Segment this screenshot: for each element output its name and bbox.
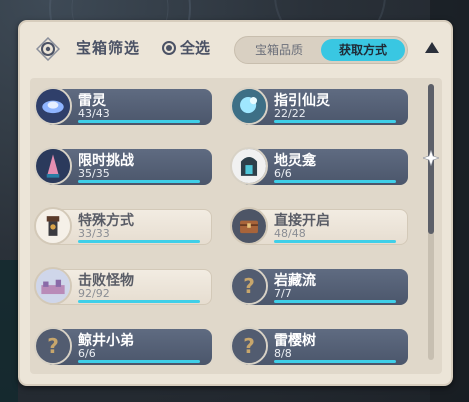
item-count: 43/43 bbox=[78, 107, 110, 120]
guiding-seelie-icon bbox=[230, 87, 268, 125]
question-mark-icon: ? bbox=[34, 327, 72, 365]
progress-fill bbox=[78, 120, 200, 123]
item-count: 92/92 bbox=[78, 287, 110, 300]
progress-fill bbox=[274, 240, 396, 243]
item-count: 6/6 bbox=[78, 347, 96, 360]
question-mark-icon: ? bbox=[230, 267, 268, 305]
progress-bar bbox=[274, 360, 396, 363]
special-method-icon bbox=[34, 207, 72, 245]
item-count: 48/48 bbox=[274, 227, 306, 240]
list-item[interactable]: 击败怪物 92/92 bbox=[34, 264, 216, 310]
panel-header: 宝箱筛选 全选 宝箱品质 获取方式 bbox=[20, 22, 451, 78]
progress-fill bbox=[78, 180, 200, 183]
item-count: 6/6 bbox=[274, 167, 292, 180]
progress-bar bbox=[78, 360, 200, 363]
chest-filter-panel: 宝箱筛选 全选 宝箱品质 获取方式 雷灵 43/43 指引仙灵 22/22 限时… bbox=[18, 20, 453, 386]
progress-bar bbox=[274, 240, 396, 243]
progress-bar bbox=[78, 240, 200, 243]
item-count: 33/33 bbox=[78, 227, 110, 240]
time-trial-icon bbox=[34, 147, 72, 185]
item-count: 22/22 bbox=[274, 107, 306, 120]
progress-bar bbox=[78, 120, 200, 123]
list-item[interactable]: ? 鲸井小弟 6/6 bbox=[34, 324, 216, 370]
list-item[interactable]: ? 雷樱树 8/8 bbox=[230, 324, 412, 370]
tab-acquisition-method[interactable]: 获取方式 bbox=[321, 39, 405, 61]
radio-checked-icon bbox=[162, 40, 176, 55]
list-item[interactable]: ? 岩藏流 7/7 bbox=[230, 264, 412, 310]
progress-bar bbox=[274, 300, 396, 303]
progress-fill bbox=[78, 240, 200, 243]
acquisition-method-list: 雷灵 43/43 指引仙灵 22/22 限时挑战 35/35 地灵龛 6/6 特… bbox=[30, 78, 442, 374]
scroll-star-icon bbox=[423, 150, 439, 166]
chest-icon bbox=[230, 207, 268, 245]
collapse-arrow-icon[interactable] bbox=[425, 42, 439, 53]
progress-fill bbox=[274, 180, 396, 183]
list-item[interactable]: 指引仙灵 22/22 bbox=[230, 84, 412, 130]
progress-fill bbox=[78, 300, 200, 303]
progress-bar bbox=[78, 300, 200, 303]
tab-chest-quality[interactable]: 宝箱品质 bbox=[241, 39, 317, 61]
defeat-monsters-icon bbox=[34, 267, 72, 305]
progress-fill bbox=[78, 360, 200, 363]
question-mark-icon: ? bbox=[230, 327, 268, 365]
progress-fill bbox=[274, 120, 396, 123]
item-count: 35/35 bbox=[78, 167, 110, 180]
list-item[interactable]: 地灵龛 6/6 bbox=[230, 144, 412, 190]
electro-seelie-icon bbox=[34, 87, 72, 125]
item-count: 8/8 bbox=[274, 347, 292, 360]
progress-bar bbox=[274, 180, 396, 183]
list-item[interactable]: 直接开启 48/48 bbox=[230, 204, 412, 250]
shrine-icon bbox=[230, 147, 268, 185]
select-all-toggle[interactable]: 全选 bbox=[162, 37, 210, 58]
progress-bar bbox=[274, 120, 396, 123]
list-item[interactable]: 雷灵 43/43 bbox=[34, 84, 216, 130]
item-count: 7/7 bbox=[274, 287, 292, 300]
filter-icon bbox=[36, 37, 60, 61]
progress-bar bbox=[78, 180, 200, 183]
list-item[interactable]: 特殊方式 33/33 bbox=[34, 204, 216, 250]
panel-title: 宝箱筛选 bbox=[76, 39, 141, 57]
select-all-label: 全选 bbox=[180, 39, 211, 57]
list-item[interactable]: 限时挑战 35/35 bbox=[34, 144, 216, 190]
list-scrollbar[interactable] bbox=[428, 84, 434, 360]
progress-fill bbox=[274, 360, 396, 363]
progress-fill bbox=[274, 300, 396, 303]
filter-mode-tabs: 宝箱品质 获取方式 bbox=[234, 36, 408, 64]
